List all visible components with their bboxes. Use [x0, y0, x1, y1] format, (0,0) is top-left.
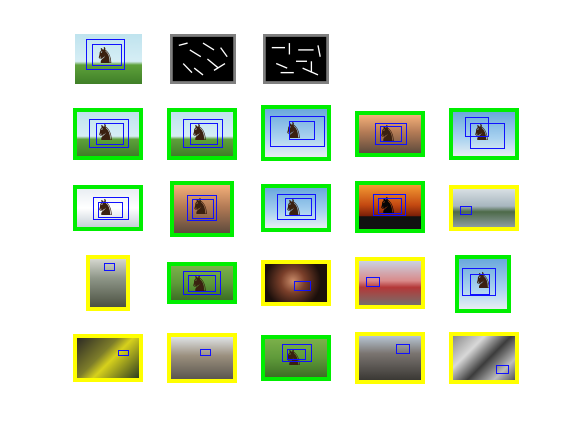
detection-bounding-box [95, 123, 125, 146]
detection-result-thumbnail [73, 334, 143, 382]
detection-result-thumbnail [449, 185, 519, 231]
detection-result-thumbnail: ♞ [449, 108, 519, 160]
detection-result-thumbnail [355, 257, 425, 309]
detection-result-thumbnail: ♞ [355, 111, 425, 157]
detection-bounding-box [287, 348, 306, 361]
detection-bounding-box [380, 126, 403, 142]
detection-bounding-box [366, 276, 381, 288]
detection-bounding-box [104, 262, 116, 271]
detection-bounding-box [293, 280, 311, 291]
detection-bounding-box [496, 365, 509, 374]
detection-result-thumbnail: ♞ [73, 108, 143, 160]
scene-image [359, 336, 421, 380]
detection-bounding-box [469, 274, 490, 295]
scene-image [170, 34, 236, 84]
detection-result-thumbnail [449, 332, 519, 384]
detection-result-thumbnail: ♞ [455, 255, 511, 313]
detection-result-thumbnail: ♞ [355, 181, 425, 233]
detection-bounding-box [92, 44, 122, 66]
scene-image [77, 338, 139, 378]
detection-result-thumbnail [86, 255, 130, 311]
gradient-orientation-icon [170, 34, 236, 84]
gradient-orientation-icon [263, 34, 329, 84]
detection-result-thumbnail: ♞ [261, 105, 331, 161]
template-thumbnail [263, 34, 329, 84]
detection-bounding-box [199, 348, 211, 357]
template-thumbnail [170, 34, 236, 84]
detection-result-thumbnail: ♞ [261, 184, 331, 232]
detection-bounding-box [188, 274, 216, 292]
detection-bounding-box [288, 120, 315, 140]
detection-result-thumbnail: ♞ [73, 185, 143, 231]
scene-image [263, 34, 329, 84]
detection-result-thumbnail: ♞ [167, 262, 237, 304]
detection-result-thumbnail: ♞ [261, 335, 331, 381]
detection-bounding-box [189, 123, 219, 146]
detection-result-thumbnail [355, 332, 425, 384]
detection-result-thumbnail [261, 260, 331, 306]
detection-result-thumbnail: ♞ [170, 181, 234, 237]
detection-bounding-box [465, 117, 489, 137]
detection-result-thumbnail [167, 333, 237, 383]
template-thumbnail: ♞ [75, 34, 142, 84]
detection-bounding-box [98, 201, 123, 218]
scene-image [171, 337, 233, 379]
detection-bounding-box [460, 205, 472, 215]
detection-bounding-box [377, 198, 403, 215]
detection-bounding-box [117, 350, 130, 357]
detection-result-thumbnail: ♞ [167, 108, 237, 160]
detection-bounding-box [284, 198, 313, 216]
detection-bounding-box [191, 199, 215, 219]
detection-bounding-box [396, 343, 410, 354]
